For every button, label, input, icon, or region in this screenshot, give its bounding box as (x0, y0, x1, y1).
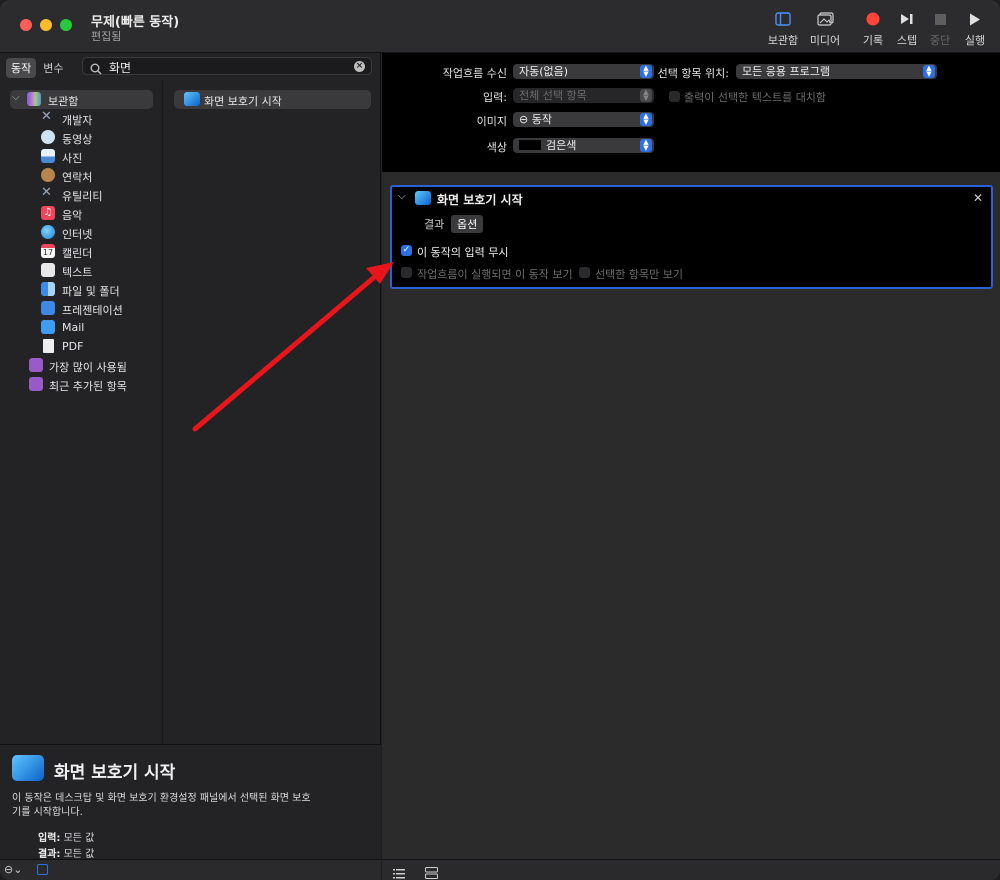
annotation-arrow (192, 262, 394, 432)
automator-window: 무제(빠른 동작) 편집됨 보관함 미디어 기록 스텝 중단 실행 동작 변수 … (0, 0, 1000, 880)
